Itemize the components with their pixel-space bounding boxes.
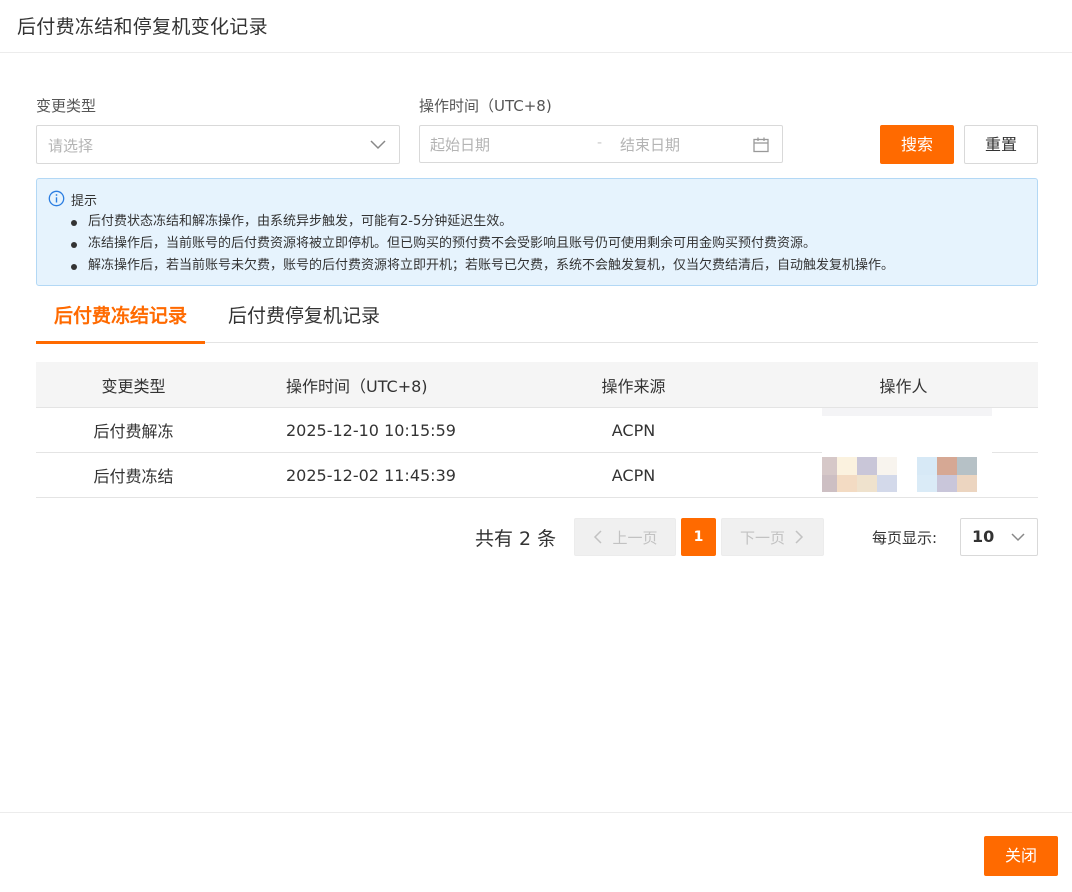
redacted-operator xyxy=(822,457,977,492)
column-header-type: 变更类型 xyxy=(101,376,166,396)
prev-page-button[interactable]: 上一页 xyxy=(574,518,676,556)
dialog-footer xyxy=(0,812,1072,892)
dialog-title: 后付费冻结和停复机变化记录 xyxy=(17,16,268,38)
page-number-current[interactable]: 1 xyxy=(681,518,716,556)
search-button[interactable]: 搜索 xyxy=(880,125,954,164)
change-type-placeholder: 请选择 xyxy=(48,137,94,155)
chevron-down-icon xyxy=(370,140,386,150)
cell-time: 2025-12-10 10:15:59 xyxy=(286,420,456,440)
start-date-input[interactable]: 起始日期 xyxy=(430,134,490,155)
pagination-total: 共有 2 条 xyxy=(475,528,557,550)
cell-type: 后付费解冻 xyxy=(93,422,174,441)
close-button[interactable]: 关闭 xyxy=(984,836,1058,876)
page-size-label: 每页显示: xyxy=(872,529,938,547)
next-page-label: 下一页 xyxy=(739,528,785,547)
date-separator: - xyxy=(597,135,603,151)
tip-item: 冻结操作后，当前账号的后付费资源将被立即停机。但已购买的预付费不会受影响且账号仍… xyxy=(68,233,894,255)
records-table: 变更类型 操作时间（UTC+8) 操作来源 操作人 后付费解冻 2025-12-… xyxy=(36,362,1038,498)
cell-type: 后付费冻结 xyxy=(93,467,174,486)
end-date-input[interactable]: 结束日期 xyxy=(620,134,680,155)
table-row: 后付费冻结 2025-12-02 11:45:39 ACPN xyxy=(36,453,1038,498)
cell-source: ACPN xyxy=(611,465,656,485)
column-header-source: 操作来源 xyxy=(601,376,666,396)
chevron-down-icon xyxy=(1011,533,1025,542)
chevron-left-icon xyxy=(594,530,603,544)
page-size-value: 10 xyxy=(972,527,995,546)
change-type-label: 变更类型 xyxy=(36,97,97,115)
next-page-button[interactable]: 下一页 xyxy=(721,518,824,556)
dialog-header: 后付费冻结和停复机变化记录 xyxy=(0,0,1072,53)
column-header-time: 操作时间（UTC+8) xyxy=(286,376,428,396)
cell-time: 2025-12-02 11:45:39 xyxy=(286,465,456,485)
chevron-right-icon xyxy=(795,530,804,544)
redacted-operator xyxy=(822,408,992,453)
page-size-select[interactable]: 10 xyxy=(960,518,1038,556)
op-time-label: 操作时间（UTC+8) xyxy=(419,97,552,115)
tip-list: 后付费状态冻结和解冻操作，由系统异步触发，可能有2-5分钟延迟生效。 冻结操作后… xyxy=(68,211,894,277)
tip-item: 后付费状态冻结和解冻操作，由系统异步触发，可能有2-5分钟延迟生效。 xyxy=(68,211,894,233)
tab-freeze-records[interactable]: 后付费冻结记录 xyxy=(35,301,206,344)
cell-source: ACPN xyxy=(611,420,656,440)
prev-page-label: 上一页 xyxy=(612,528,658,547)
tab-suspend-resume-records[interactable]: 后付费停复机记录 xyxy=(228,301,380,343)
tip-title: 提示 xyxy=(71,194,98,209)
tab-bar: 后付费冻结记录 后付费停复机记录 xyxy=(35,288,1038,344)
change-type-select[interactable]: 请选择 xyxy=(36,125,400,164)
info-icon xyxy=(48,190,65,207)
date-range-picker[interactable]: 起始日期 - 结束日期 xyxy=(419,125,783,163)
tip-box: 提示 后付费状态冻结和解冻操作，由系统异步触发，可能有2-5分钟延迟生效。 冻结… xyxy=(36,178,1038,286)
reset-button[interactable]: 重置 xyxy=(964,125,1038,164)
column-header-operator: 操作人 xyxy=(879,376,928,396)
table-header: 变更类型 操作时间（UTC+8) 操作来源 操作人 xyxy=(36,362,1038,408)
table-row: 后付费解冻 2025-12-10 10:15:59 ACPN xyxy=(36,408,1038,453)
tip-item: 解冻操作后，若当前账号未欠费，账号的后付费资源将立即开机；若账号已欠费，系统不会… xyxy=(68,255,894,277)
calendar-icon[interactable] xyxy=(752,136,770,154)
